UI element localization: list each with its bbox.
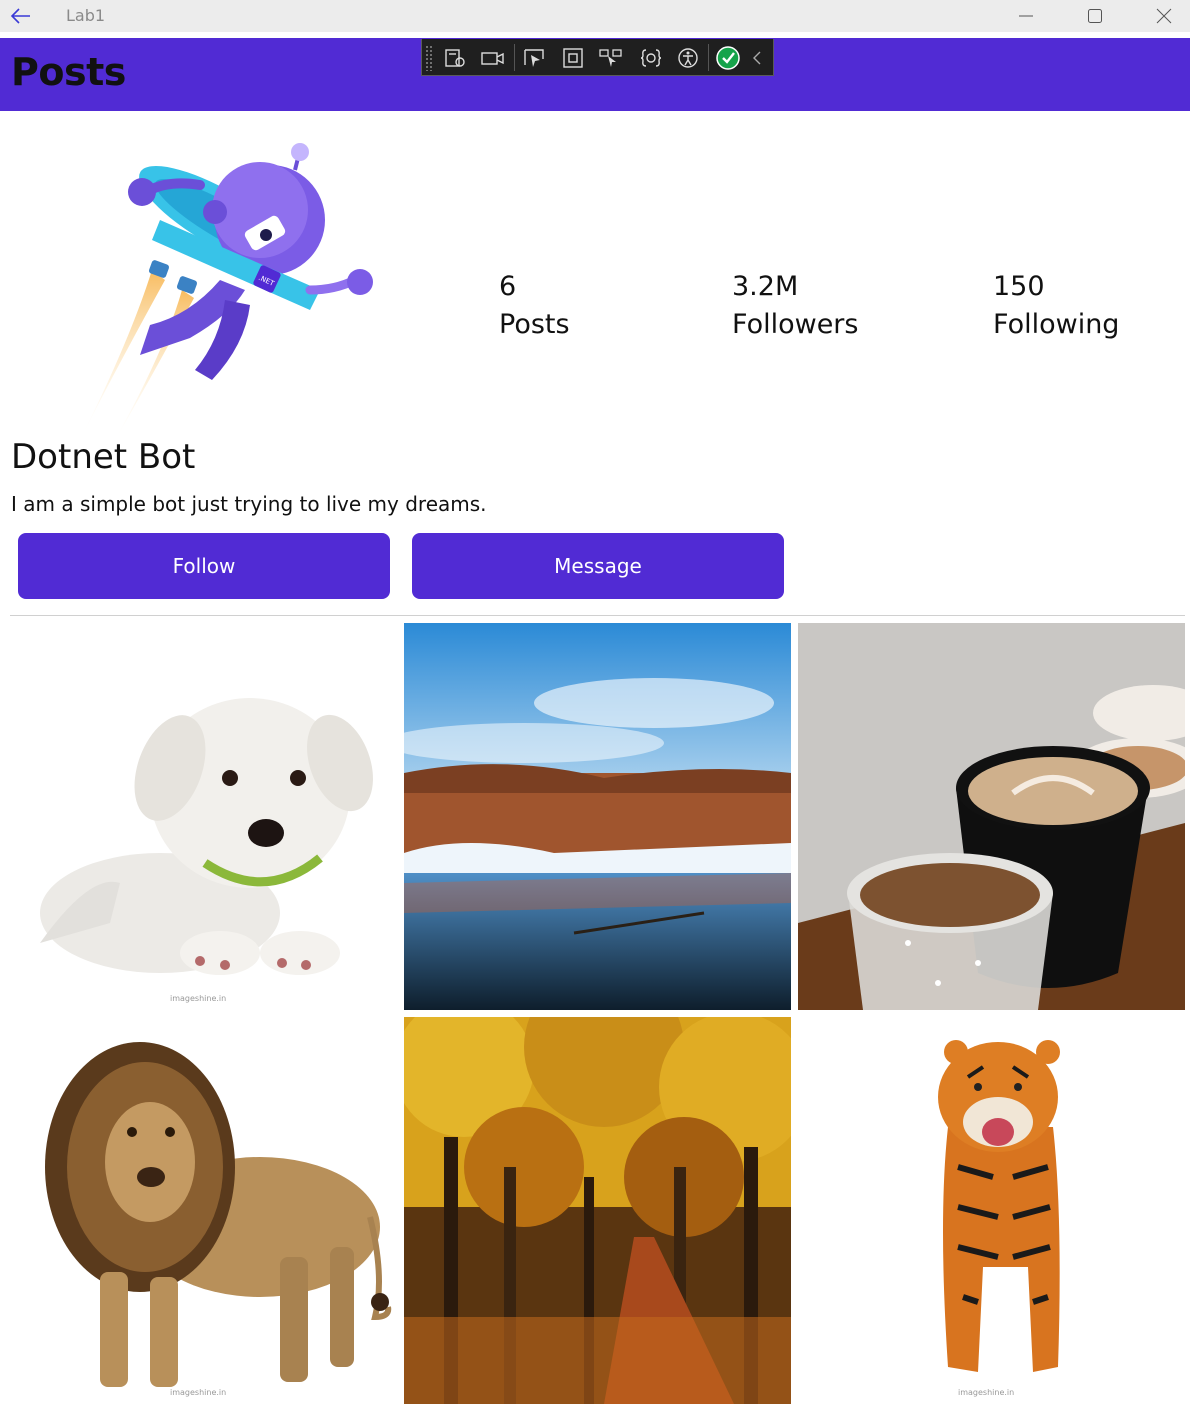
stat-posts: 6 Posts [499,268,570,344]
hot-reload-status-icon[interactable] [713,44,743,71]
post-tiger[interactable]: imageshine.in [798,1017,1185,1404]
winter-river-image [404,623,791,1010]
track-focused-element-icon[interactable] [596,44,626,71]
stat-followers-label: Followers [732,309,859,340]
display-layout-adorners-icon[interactable] [558,44,588,71]
profile-avatar: .NET [70,140,390,440]
window-title: Lab1 [66,6,106,25]
stat-posts-label: Posts [499,309,570,340]
watermark: imageshine.in [170,1388,227,1397]
watermark: imageshine.in [958,1388,1015,1397]
accessibility-icon[interactable] [673,44,703,71]
post-puppy[interactable]: imageshine.in [10,623,397,1010]
live-visual-tree-icon[interactable] [440,44,470,71]
profile-bio: I am a simple bot just trying to live my… [11,492,487,516]
follow-button[interactable]: Follow [18,533,390,599]
collapse-toolbar-icon[interactable] [745,44,769,71]
stat-following-label: Following [993,309,1120,340]
page-title: Posts [11,50,126,94]
close-icon[interactable] [1141,0,1187,32]
watermark: imageshine.in [170,994,227,1003]
minimize-icon[interactable] [1003,0,1049,32]
video-icon[interactable] [477,44,507,71]
xaml-debug-toolbar [421,39,774,76]
select-element-icon[interactable] [519,44,549,71]
stat-followers: 3.2M Followers [732,268,858,344]
stat-following: 150 Following [993,268,1119,344]
tiger-image [798,1017,1185,1404]
post-lion[interactable]: imageshine.in [10,1017,397,1404]
autumn-forest-image [404,1017,791,1404]
window-titlebar: Lab1 [0,0,1190,32]
coffee-image [798,623,1185,1010]
back-arrow-icon[interactable] [8,4,34,28]
puppy-image [10,623,397,1010]
post-coffee[interactable] [798,623,1185,1010]
maximize-icon[interactable] [1072,0,1118,32]
message-button[interactable]: Message [412,533,784,599]
toolbar-grip-icon[interactable] [425,45,433,71]
stat-posts-value: 6 [499,271,517,302]
profile-name: Dotnet Bot [11,437,196,477]
section-divider [10,615,1185,616]
lion-image [10,1017,397,1404]
stat-followers-value: 3.2M [732,271,799,302]
post-winter-river[interactable] [404,623,791,1010]
post-autumn-forest[interactable] [404,1017,791,1404]
binding-failures-icon[interactable] [636,44,666,71]
stat-following-value: 150 [993,271,1045,302]
